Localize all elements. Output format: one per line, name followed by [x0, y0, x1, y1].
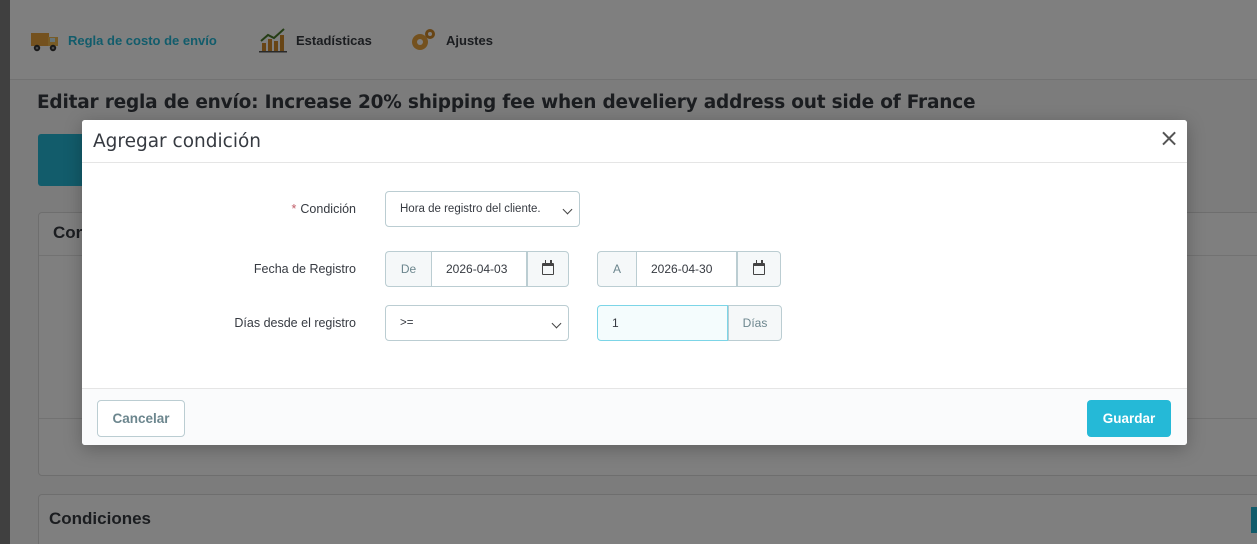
date-from-group: De 2026-04-03 [385, 251, 569, 287]
date-from-input[interactable]: 2026-04-03 [431, 251, 527, 287]
date-to-input[interactable]: 2026-04-30 [636, 251, 737, 287]
registration-date-label: Fecha de Registro [253, 262, 356, 276]
days-input[interactable]: 1 [597, 305, 728, 341]
days-since-label: Días desde el registro [234, 316, 356, 330]
condition-row: * Condición Hora de registro del cliente. [82, 191, 1187, 229]
operator-select-value: >= [400, 317, 414, 329]
date-to-calendar-button[interactable] [737, 251, 781, 287]
date-from-calendar-button[interactable] [527, 251, 569, 287]
condition-label-text: Condición [300, 202, 356, 216]
days-since-row: Días desde el registro >= 1 Días [82, 305, 1187, 343]
chevron-down-icon [559, 192, 579, 226]
operator-select[interactable]: >= [385, 305, 569, 341]
modal-header: Agregar condición × [82, 120, 1187, 163]
calendar-icon [542, 260, 554, 275]
calendar-icon [753, 260, 765, 275]
date-from-addon: De [385, 251, 431, 287]
condition-select[interactable]: Hora de registro del cliente. [385, 191, 580, 227]
date-to-addon: A [597, 251, 636, 287]
condition-label: * Condición [292, 202, 356, 216]
modal-footer: Cancelar Guardar [82, 388, 1187, 445]
required-marker: * [291, 202, 297, 216]
modal-title: Agregar condición [93, 131, 261, 152]
close-icon: × [1158, 124, 1180, 152]
cancel-button[interactable]: Cancelar [97, 400, 185, 437]
save-button[interactable]: Guardar [1087, 400, 1171, 437]
close-button[interactable]: × [1157, 125, 1181, 151]
chevron-down-icon [548, 306, 568, 340]
days-input-group: 1 Días [597, 305, 782, 341]
days-unit-addon: Días [728, 305, 782, 341]
add-condition-modal: Agregar condición × * Condición Hora de r… [82, 120, 1187, 445]
registration-date-row: Fecha de Registro De 2026-04-03 A 2026-0… [82, 251, 1187, 289]
date-to-group: A 2026-04-30 [597, 251, 781, 287]
condition-select-value: Hora de registro del cliente. [400, 203, 541, 215]
